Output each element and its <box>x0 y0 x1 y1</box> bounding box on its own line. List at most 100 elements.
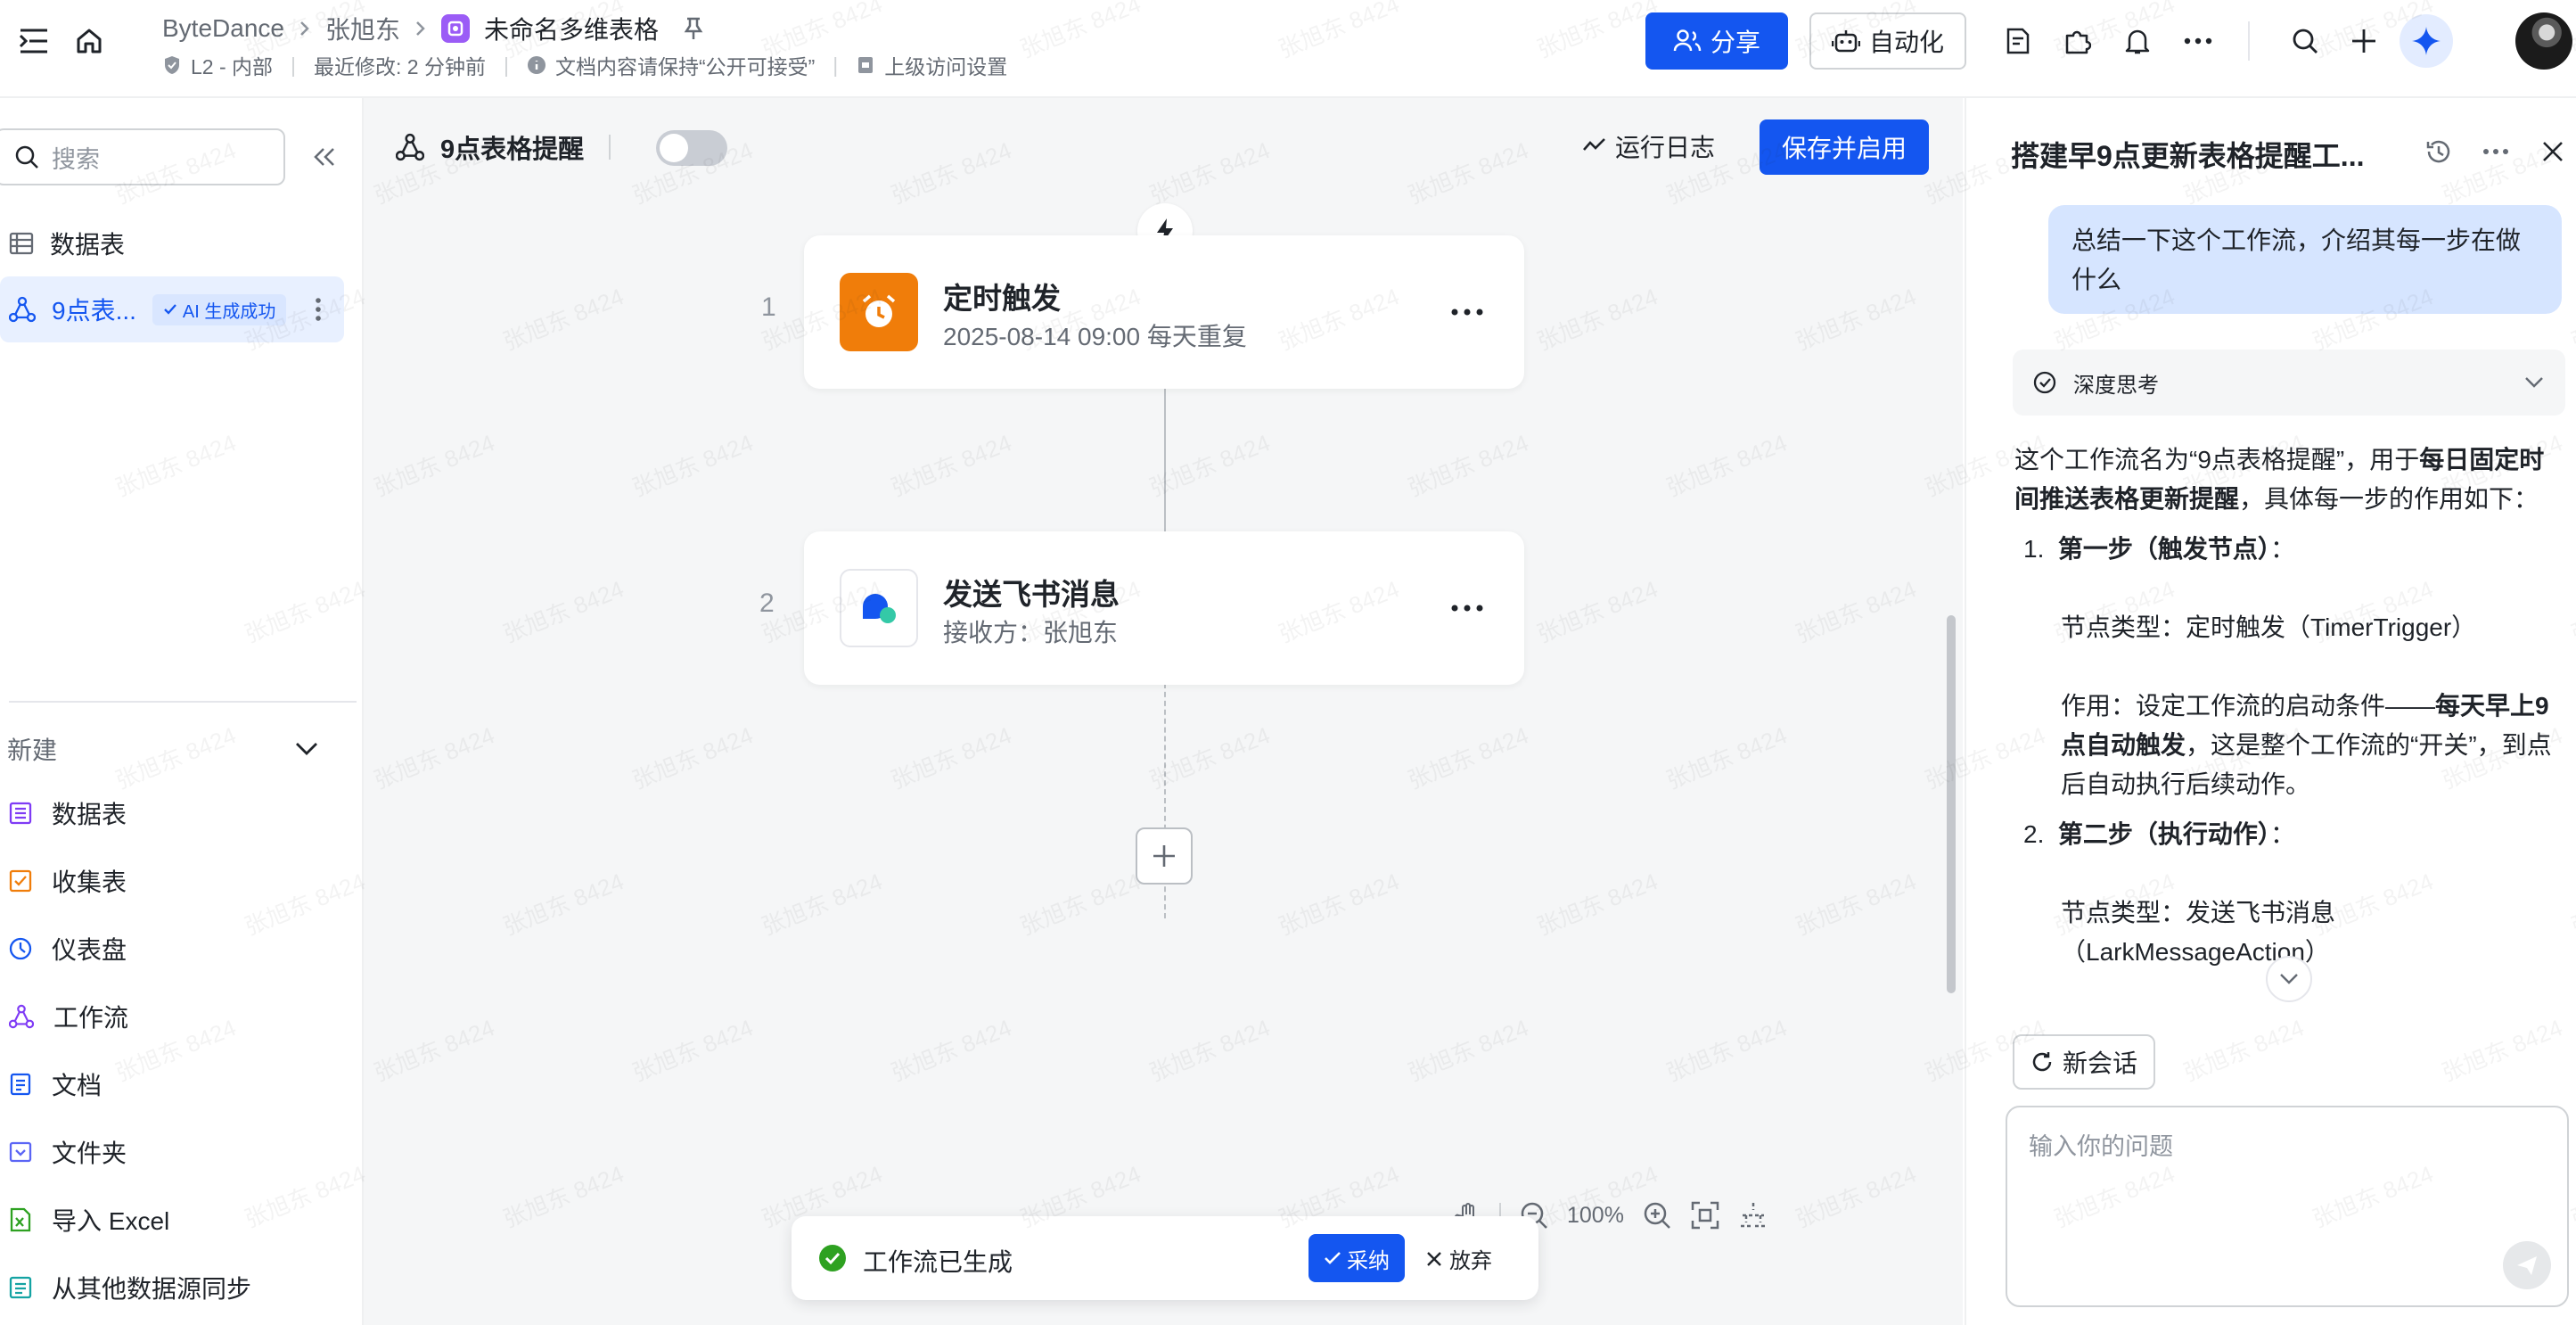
ai-assistant-icon[interactable] <box>2400 14 2453 68</box>
send-button[interactable] <box>2503 1241 2551 1289</box>
activity-icon <box>1583 138 1605 151</box>
node-subtitle: 接收方：张旭东 <box>943 619 1119 646</box>
pin-icon[interactable] <box>682 16 705 41</box>
node-more-icon[interactable] <box>1448 592 1487 624</box>
ai-chat-panel: 搭建早9点更新表格提醒工... 总结一下这个工作流，介绍其每一步在做什么 深度思… <box>1965 98 2576 1325</box>
discard-label: 放弃 <box>1449 1249 1492 1273</box>
top-header: ByteDance 张旭东 未命名多维表格 L2 - 内部 | 最近修改: 2 … <box>0 0 2576 98</box>
canvas-scrollbar[interactable] <box>1947 615 1956 993</box>
send-lark-message-node[interactable]: 发送飞书消息 接收方：张旭东 <box>804 531 1524 685</box>
document-title[interactable]: 未命名多维表格 <box>484 11 659 46</box>
document-meta-row: L2 - 内部 | 最近修改: 2 分钟前 | 文档内容请保持“公开可接受” |… <box>162 50 1007 80</box>
answer-intro: 这个工作流名为“9点表格提醒”，用于每日固定时间推送表格更新提醒，具体每一步的作… <box>2014 446 2545 513</box>
security-level[interactable]: L2 - 内部 <box>191 50 273 80</box>
new-form-item[interactable]: 收集表 <box>9 854 348 908</box>
history-icon[interactable] <box>2417 130 2460 173</box>
discard-button[interactable]: 放弃 <box>1426 1243 1492 1274</box>
save-and-enable-button[interactable]: 保存并启用 <box>1760 119 1929 175</box>
close-icon[interactable] <box>2531 130 2574 173</box>
close-icon <box>1427 1251 1441 1266</box>
avatar[interactable] <box>2515 12 2572 70</box>
sync-icon <box>9 1276 32 1299</box>
workflow-title[interactable]: 9点表格提醒 <box>440 128 584 166</box>
new-item-label: 从其他数据源同步 <box>52 1275 252 1303</box>
sidebar-item-label: 数据表 <box>50 231 126 259</box>
answer-step-2-title: 2. 第二步（执行动作）： <box>2023 820 2295 848</box>
plus-icon[interactable] <box>2342 20 2385 62</box>
new-item-label: 导入 Excel <box>52 1207 170 1235</box>
breadcrumb: ByteDance 张旭东 未命名多维表格 <box>162 11 705 46</box>
sidebar-item-workflow[interactable]: 9点表... AI 生成成功 <box>0 276 344 342</box>
answer-step-1-type: 节点类型：定时触发（TimerTrigger） <box>2061 613 2477 641</box>
success-check-icon <box>819 1245 846 1272</box>
save-label: 保存并启用 <box>1781 135 1907 162</box>
search-icon[interactable] <box>2284 20 2326 62</box>
new-workflow-item[interactable]: 工作流 <box>9 990 348 1043</box>
workflow-title-bar: 9点表格提醒 <box>396 128 611 166</box>
import-excel-item[interactable]: 导入 Excel <box>9 1193 348 1247</box>
form-icon <box>9 869 32 893</box>
new-item-label: 文件夹 <box>52 1140 127 1167</box>
workflow-icon <box>9 1004 34 1029</box>
lark-message-icon <box>840 569 918 647</box>
run-log-button[interactable]: 运行日志 <box>1583 128 1715 164</box>
toast-text: 工作流已生成 <box>863 1248 1013 1276</box>
node-subtitle: 2025-08-14 09:00 每天重复 <box>943 323 1247 350</box>
adopt-label: 采纳 <box>1347 1248 1390 1273</box>
new-section-header[interactable]: 新建 <box>7 726 319 772</box>
search-icon <box>15 145 38 169</box>
collapse-sidebar-icon[interactable] <box>303 136 346 178</box>
folder-icon <box>9 1141 32 1163</box>
doc-icon <box>10 1073 31 1096</box>
access-settings-link[interactable]: 上级访问设置 <box>884 50 1007 80</box>
answer-step-1-role: 作用：设定工作流的启动条件——每天早上9点自动触发，这是整个工作流的“开关”，到… <box>2061 692 2552 798</box>
chat-input[interactable]: 输入你的问题 <box>2006 1106 2569 1307</box>
alarm-clock-icon <box>840 273 918 351</box>
chat-title: 搭建早9点更新表格提醒工... <box>2011 140 2365 172</box>
add-node-button[interactable] <box>1136 827 1193 885</box>
enable-toggle[interactable] <box>656 130 727 166</box>
zoom-in-icon[interactable] <box>1642 1200 1672 1230</box>
breadcrumb-item[interactable]: 张旭东 <box>325 11 400 46</box>
breadcrumb-item[interactable]: ByteDance <box>162 14 284 43</box>
send-icon <box>2517 1256 2537 1275</box>
bell-icon[interactable] <box>2116 20 2159 62</box>
sidebar-item-table[interactable]: 数据表 <box>0 210 344 276</box>
workflow-canvas[interactable]: 9点表格提醒 运行日志 保存并启用 1 定时触发 2025-08-14 09:0… <box>364 98 1963 1325</box>
new-table-item[interactable]: 数据表 <box>9 786 348 840</box>
robot-icon <box>1831 30 1860 53</box>
fit-view-icon[interactable] <box>1690 1200 1720 1230</box>
plugin-icon[interactable] <box>2055 20 2098 62</box>
excel-icon <box>10 1207 31 1232</box>
chevron-right-icon <box>300 21 309 36</box>
deep-thinking-toggle[interactable]: 深度思考 <box>2013 350 2565 416</box>
new-folder-item[interactable]: 文件夹 <box>9 1125 348 1179</box>
more-icon[interactable] <box>2177 20 2219 62</box>
workflow-icon <box>9 296 36 323</box>
new-doc-item[interactable]: 文档 <box>9 1058 348 1111</box>
chevron-right-icon <box>416 21 425 36</box>
expand-sidebar-icon[interactable] <box>12 20 55 62</box>
more-icon[interactable] <box>2474 130 2517 173</box>
adopt-button[interactable]: 采纳 <box>1309 1234 1405 1282</box>
doc-info-icon[interactable] <box>1997 20 2039 62</box>
search-input[interactable]: 搜索 <box>0 128 285 185</box>
new-chat-button[interactable]: 新会话 <box>2013 1034 2155 1090</box>
home-icon[interactable] <box>68 20 111 62</box>
timer-trigger-node[interactable]: 定时触发 2025-08-14 09:00 每天重复 <box>804 235 1524 389</box>
left-sidebar: 搜索 数据表 9点表... AI 生成成功 新建 数据表 收集表 仪表盘 工作流 <box>0 98 364 1325</box>
user-message: 总结一下这个工作流，介绍其每一步在做什么 <box>2048 205 2562 314</box>
node-more-icon[interactable] <box>1448 296 1487 328</box>
share-button[interactable]: 分享 <box>1645 12 1788 70</box>
add-user-icon <box>1673 29 1702 52</box>
new-dashboard-item[interactable]: 仪表盘 <box>9 922 348 975</box>
automation-button[interactable]: 自动化 <box>1809 12 1966 70</box>
more-vertical-icon[interactable] <box>315 297 322 322</box>
sync-datasource-item[interactable]: 从其他数据源同步 <box>9 1261 348 1314</box>
scroll-down-button[interactable] <box>2266 956 2312 1002</box>
check-icon <box>164 304 176 315</box>
chevron-down-icon <box>2280 974 2298 984</box>
dashboard-icon <box>9 937 32 960</box>
auto-layout-icon[interactable] <box>1738 1200 1768 1230</box>
new-item-label: 仪表盘 <box>52 936 127 964</box>
